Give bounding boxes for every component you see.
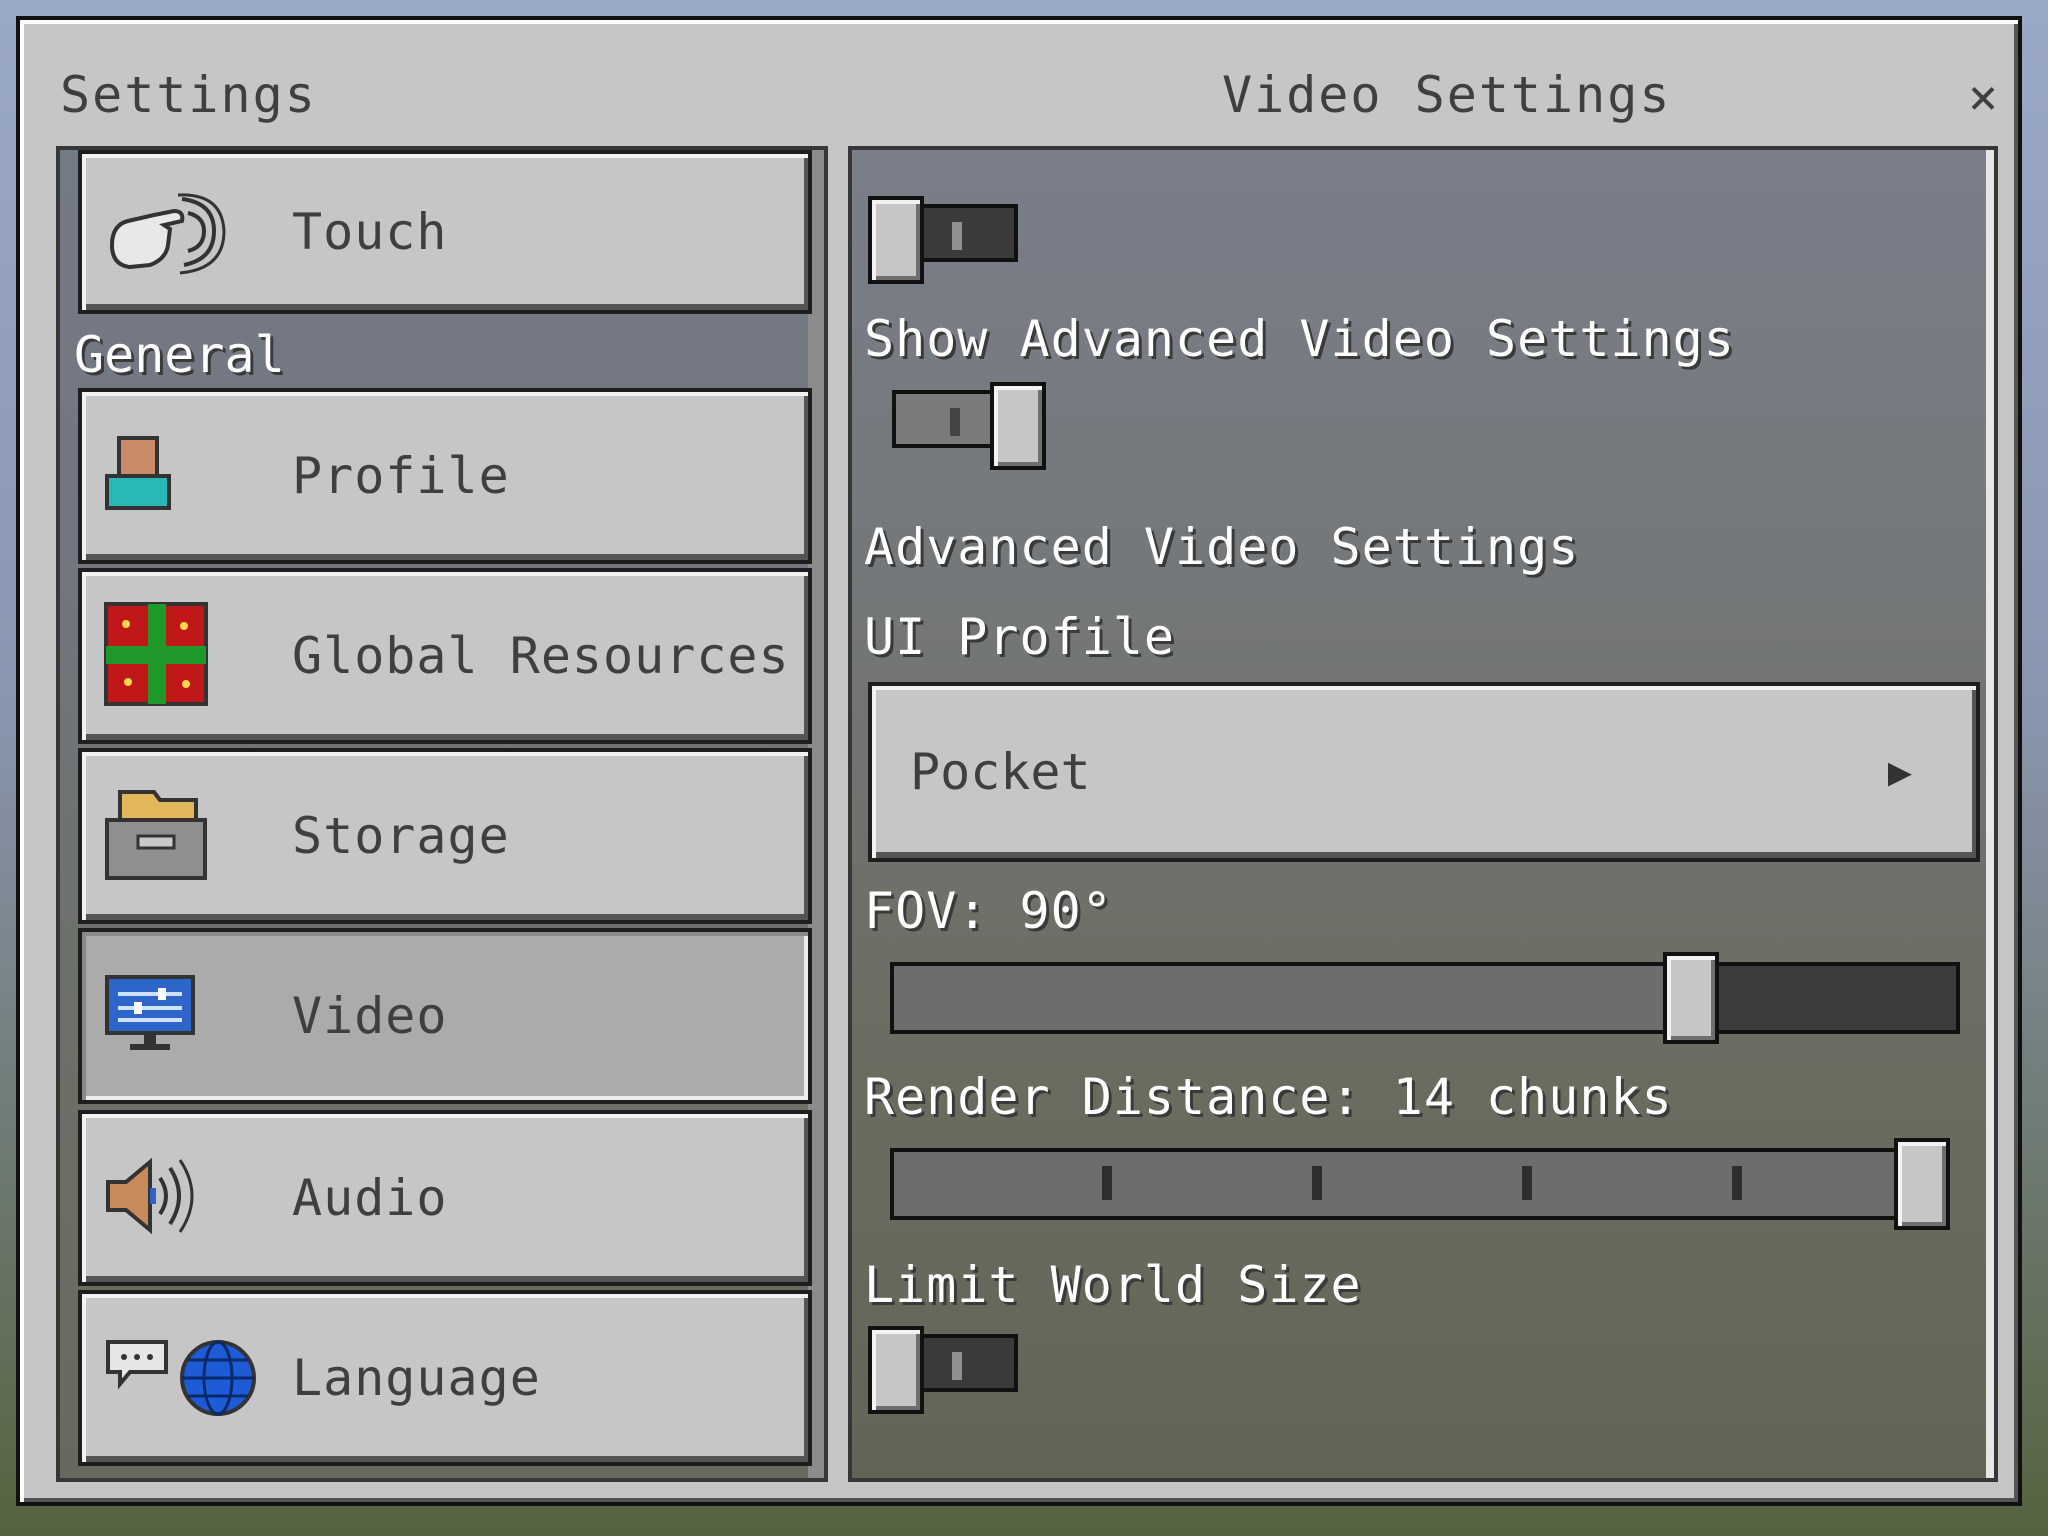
sidebar-item-storage[interactable]: Storage [78, 748, 812, 924]
slider-unfilled [1691, 966, 1956, 1030]
touch-hand-icon [104, 185, 228, 279]
render-distance-label: Render Distance: 14 chunks [864, 1068, 1673, 1126]
show-advanced-toggle[interactable] [892, 382, 1046, 470]
slider-tick [1102, 1166, 1112, 1200]
sidebar-item-language[interactable]: Language [78, 1290, 812, 1466]
close-icon[interactable]: × [1968, 72, 1998, 122]
sidebar-item-label: Video [292, 987, 448, 1045]
ui-profile-label: UI Profile [864, 608, 1176, 666]
chevron-right-icon: ▶ [1887, 749, 1912, 795]
slider-tick [1312, 1166, 1322, 1200]
sidebar-item-label: Touch [292, 203, 448, 261]
sidebar-item-global-resources[interactable]: Global Resources [78, 568, 812, 744]
fov-slider-thumb[interactable] [1663, 952, 1719, 1044]
sidebar-item-video[interactable]: Video [78, 928, 812, 1104]
limit-world-size-toggle[interactable] [868, 1326, 1022, 1414]
sidebar-item-label: Storage [292, 807, 510, 865]
sidebar-item-touch[interactable]: Touch [78, 150, 812, 314]
limit-world-size-label: Limit World Size [864, 1256, 1362, 1314]
toggle-pip [950, 408, 960, 436]
toggle-pip [952, 222, 962, 250]
storage-folder-icon [104, 786, 208, 886]
slider-tick [1732, 1166, 1742, 1200]
fov-slider[interactable] [890, 952, 1960, 1044]
page-title: Video Settings [1222, 66, 1672, 124]
toggle-knob[interactable] [868, 196, 924, 284]
sidebar-item-audio[interactable]: Audio [78, 1110, 812, 1286]
fov-label: FOV: 90° [864, 882, 1113, 940]
render-distance-thumb[interactable] [1894, 1138, 1950, 1230]
show-advanced-label: Show Advanced Video Settings [864, 310, 1735, 368]
toggle-pip [952, 1352, 962, 1380]
toggle-knob[interactable] [868, 1326, 924, 1414]
top-toggle[interactable] [868, 196, 1022, 284]
sidebar-item-label: Global Resources [292, 627, 790, 685]
render-distance-slider[interactable] [890, 1138, 1950, 1230]
sidebar-item-label: Audio [292, 1169, 448, 1227]
settings-title: Settings [60, 66, 317, 124]
video-settings-panel: Show Advanced Video Settings Advanced Vi… [848, 146, 1998, 1482]
ui-profile-dropdown[interactable]: Pocket ▶ [868, 682, 1980, 862]
sidebar-item-profile[interactable]: Profile [78, 388, 812, 564]
advanced-video-header: Advanced Video Settings [864, 518, 1580, 576]
profile-person-icon [104, 436, 174, 516]
section-general: General [74, 326, 285, 384]
sidebar-item-label: Profile [292, 447, 510, 505]
video-monitor-icon [104, 974, 196, 1058]
settings-sidebar: Touch General Profile Global Resources S… [56, 146, 828, 1482]
resource-pack-icon [104, 602, 208, 710]
ui-profile-value: Pocket [910, 743, 1091, 801]
toggle-knob[interactable] [990, 382, 1046, 470]
sidebar-item-label: Language [292, 1349, 541, 1407]
slider-tick [1522, 1166, 1532, 1200]
content-scrollbar[interactable] [1986, 150, 1994, 1478]
language-globe-icon [104, 1334, 260, 1422]
speaker-icon [104, 1156, 204, 1240]
